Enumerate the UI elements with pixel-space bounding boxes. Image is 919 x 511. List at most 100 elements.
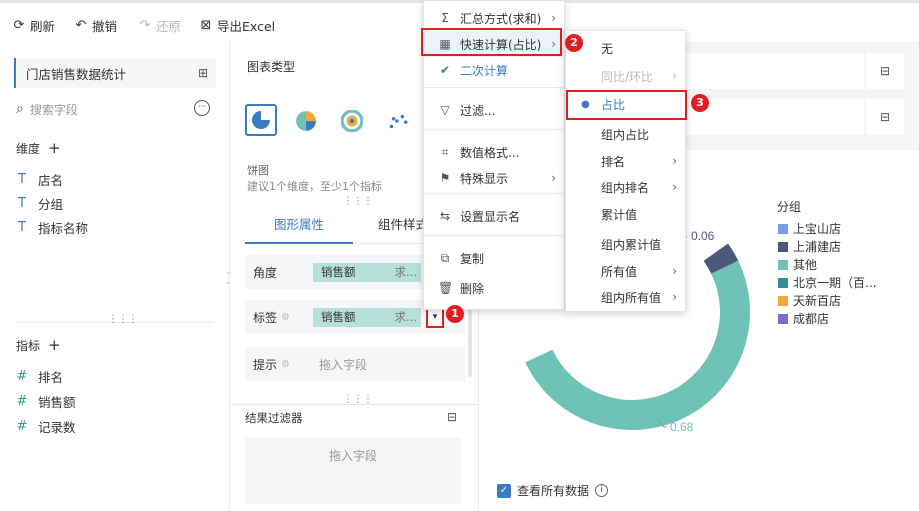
show-all-data-toggle[interactable]: ✓ 查看所有数据 i — [497, 482, 609, 499]
submenu-item[interactable]: 无 — [566, 35, 685, 61]
result-filter-drop-zone[interactable]: 拖入字段 — [245, 438, 461, 504]
submenu-item[interactable]: 排名 › — [566, 148, 685, 174]
add-metric-icon[interactable]: + — [48, 336, 61, 354]
submenu-item[interactable]: 组内占比 — [566, 121, 685, 147]
submenu-item[interactable]: 同比/环比 › — [566, 63, 685, 89]
add-dimension-icon[interactable]: + — [48, 139, 61, 157]
menu-separator — [424, 235, 564, 236]
legend-item[interactable]: 北京一期（百... — [778, 274, 876, 291]
undo-button[interactable]: ↶ 撤销 — [74, 16, 117, 35]
tooltip-drop-zone[interactable]: 拖入字段 — [319, 356, 367, 373]
angle-field-pill[interactable]: 销售额 求... — [313, 263, 421, 282]
metric-field[interactable]: # 记录数 — [16, 417, 76, 436]
pie-chart-icon — [252, 111, 270, 129]
resize-handle[interactable]: ⋮⋮⋮ — [108, 314, 138, 325]
undo-icon: ↶ — [75, 18, 87, 33]
menu-separator — [424, 193, 564, 194]
legend-item[interactable]: 成都店 — [778, 310, 829, 327]
submenu-item-label: 同比/环比 — [601, 69, 654, 84]
menu-item-icon: ✔ — [439, 63, 451, 77]
context-menu-item[interactable]: ⌗ 数值格式... — [424, 139, 564, 165]
legend-swatch — [778, 259, 788, 270]
settings-gear-icon[interactable]: ⚙ — [281, 359, 290, 370]
legend-item[interactable]: 上浦建店 — [778, 238, 841, 255]
metric-field[interactable]: # 排名 — [16, 367, 63, 386]
legend-item[interactable]: 天新百店 — [778, 292, 841, 309]
submenu-item-label: 累计值 — [601, 207, 638, 222]
menu-item-label: 过滤... — [460, 103, 496, 118]
refresh-icon: ⟳ — [13, 18, 25, 33]
redo-icon: ↷ — [139, 18, 151, 33]
scatter-chart-type-button[interactable] — [387, 110, 409, 135]
legend-label: 上宝山店 — [793, 222, 842, 236]
toolbox-icon[interactable]: ⊟ — [866, 99, 904, 135]
dataset-selector[interactable]: 门店销售数据统计 ⊞ — [14, 58, 216, 88]
data-label: 0.68 — [670, 420, 694, 434]
rose-chart-type-button[interactable] — [340, 109, 364, 135]
highlight-box — [566, 90, 687, 120]
search-input[interactable]: 搜索字段 — [30, 101, 78, 118]
menu-item-label: 汇总方式(求和) — [460, 11, 542, 26]
pie-chart-type-button[interactable] — [245, 104, 277, 136]
chevron-right-icon: › — [672, 69, 677, 83]
dimension-field[interactable]: T 分组 — [16, 194, 63, 213]
menu-separator — [424, 87, 564, 88]
filter-settings-icon[interactable]: ⊟ — [447, 410, 457, 424]
field-dropdown-button[interactable]: ▾ — [426, 307, 444, 328]
chevron-right-icon: › — [551, 171, 556, 185]
menu-item-icon: ⚑ — [439, 171, 451, 185]
multi-pie-chart-type-button[interactable] — [295, 110, 317, 135]
tab-graph-properties[interactable]: 图形属性 — [245, 210, 353, 244]
submenu-item[interactable]: 组内累计值 — [566, 231, 685, 257]
resize-handle[interactable]: ⋮⋮⋮ — [343, 196, 373, 207]
menu-item-label: 复制 — [460, 251, 485, 266]
chevron-right-icon: › — [672, 264, 677, 278]
submenu-item[interactable]: 累计值 — [566, 201, 685, 227]
legend-item[interactable]: 其他 — [778, 256, 817, 273]
submenu-item-label: 组内占比 — [601, 127, 650, 142]
dimension-field[interactable]: T 指标名称 — [16, 218, 88, 237]
switch-dataset-icon[interactable]: ⊞ — [198, 66, 208, 80]
submenu-item[interactable]: 组内所有值 › — [566, 284, 685, 310]
context-menu-item[interactable]: ⇆ 设置显示名 — [424, 203, 564, 229]
settings-gear-icon[interactable]: ⚙ — [281, 312, 290, 323]
metrics-header: 指标 + — [16, 336, 61, 354]
legend-swatch — [778, 313, 788, 324]
divider — [231, 404, 479, 405]
redo-button[interactable]: ↷ 还原 — [138, 16, 181, 35]
legend-label: 天新百店 — [793, 294, 842, 308]
menu-separator — [424, 129, 564, 130]
submenu-item-label: 组内累计值 — [601, 237, 662, 252]
context-menu-item[interactable]: ⚑ 特殊显示 › — [424, 165, 564, 191]
chart-type-row-partial: 〜 〜 〜 〜 — [247, 82, 427, 88]
number-field-icon: # — [16, 394, 28, 409]
submenu-item-label: 所有值 — [601, 264, 638, 279]
info-icon[interactable]: i — [595, 484, 609, 497]
number-field-icon: # — [16, 369, 28, 384]
more-options-icon[interactable]: ··· — [194, 100, 210, 116]
search-icon: ⌕ — [16, 101, 24, 117]
search-box[interactable]: ⌕ 搜索字段 — [16, 98, 186, 120]
preview-toolbar-row — [686, 53, 864, 89]
legend-item[interactable]: 上宝山店 — [778, 220, 841, 237]
text-field-icon: T — [18, 172, 26, 187]
submenu-item[interactable]: 组内排名 › — [566, 174, 685, 200]
submenu-item-label: 组内排名 — [601, 180, 650, 195]
legend-label: 上浦建店 — [793, 240, 842, 254]
menu-item-icon: Σ — [441, 11, 449, 25]
toolbox-icon[interactable]: ⊟ — [866, 53, 904, 89]
context-menu-item[interactable]: ▽ 过滤... — [424, 97, 564, 123]
metric-field[interactable]: # 销售额 — [16, 392, 76, 411]
refresh-button[interactable]: ⟳ 刷新 — [12, 16, 55, 35]
context-menu-item[interactable]: ⧉ 复制 — [424, 245, 564, 271]
submenu-item[interactable]: 所有值 › — [566, 258, 685, 284]
checkbox[interactable]: ✓ — [497, 483, 511, 498]
result-filter-title: 结果过滤器 — [245, 411, 303, 425]
label-field-pill[interactable]: 销售额 求... — [313, 308, 421, 327]
context-menu-item[interactable]: ✔ 二次计算 — [424, 57, 564, 83]
export-excel-button[interactable]: ⊠ 导出Excel — [199, 16, 276, 35]
preview-toolbar-row — [686, 99, 864, 135]
dimension-field[interactable]: T 店名 — [16, 170, 63, 189]
context-menu-item[interactable]: 🗑 删除 — [424, 275, 564, 301]
step-badge: 2 — [565, 34, 583, 52]
